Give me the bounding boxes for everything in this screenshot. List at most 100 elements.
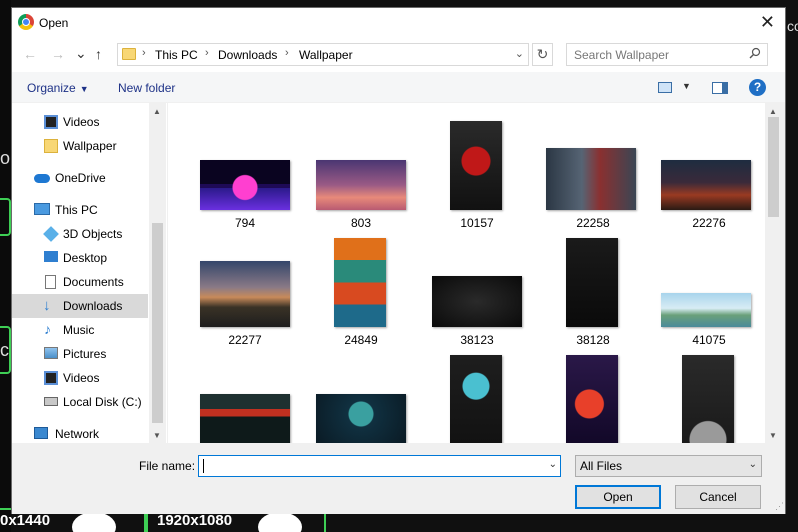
download-icon: ↓ bbox=[43, 297, 51, 314]
sidebar-item-videos[interactable]: Videos bbox=[12, 110, 148, 134]
scroll-up-icon[interactable]: ▲ bbox=[153, 107, 161, 116]
refresh-icon[interactable]: ↻ bbox=[532, 43, 553, 66]
chevron-down-icon: ⌄ bbox=[748, 459, 757, 470]
help-icon[interactable]: ? bbox=[749, 79, 766, 96]
sidebar-item-local-disk[interactable]: Local Disk (C:) bbox=[12, 390, 148, 414]
file-name: 22258 bbox=[576, 216, 610, 230]
file-thumbnail bbox=[661, 160, 751, 210]
sidebar-item-network[interactable]: Network bbox=[12, 422, 148, 443]
chevron-right-icon[interactable]: › bbox=[142, 47, 146, 59]
sidebar-item-label: Desktop bbox=[63, 251, 108, 265]
file-thumbnail bbox=[200, 160, 290, 210]
resize-grip-icon[interactable]: ⋰ bbox=[775, 501, 784, 512]
file-thumbnail bbox=[316, 394, 406, 443]
file-thumbnail bbox=[661, 293, 751, 327]
chevron-right-icon[interactable]: › bbox=[285, 47, 289, 59]
address-bar[interactable]: › This PC › Downloads › Wallpaper ⌄ bbox=[117, 43, 529, 66]
sidebar-item-desktop[interactable]: Desktop bbox=[12, 246, 148, 270]
file-thumbnail bbox=[334, 238, 386, 327]
dialog-footer: File name: ⌄ All Files ⌄ Open Cancel ⋰ bbox=[12, 444, 785, 514]
new-folder-button[interactable]: New folder bbox=[118, 81, 175, 95]
file-name: 10157 bbox=[460, 216, 494, 230]
sidebar-item-label: Network bbox=[55, 427, 100, 441]
file-list: 794 803 10157 22258 22276 22277 24849 38… bbox=[168, 103, 765, 443]
sidebar-item-videos-2[interactable]: Videos bbox=[12, 366, 148, 390]
folder-icon bbox=[122, 48, 136, 60]
scrollbar-thumb[interactable] bbox=[152, 223, 163, 423]
chevron-down-icon: ▼ bbox=[79, 84, 89, 94]
navigation-bar: ← → ⌄ ↑ › This PC › Downloads › Wallpape… bbox=[12, 38, 785, 72]
sidebar-item-label: Pictures bbox=[63, 347, 107, 361]
drive-icon bbox=[44, 397, 58, 406]
file-name: 38123 bbox=[460, 333, 494, 347]
file-type-value: All Files bbox=[580, 459, 623, 473]
sidebar-item-label: OneDrive bbox=[55, 171, 106, 185]
video-folder-icon bbox=[44, 371, 58, 385]
search-box[interactable]: Search Wallpaper bbox=[566, 43, 768, 66]
sidebar-item-label: Wallpaper bbox=[63, 139, 117, 153]
sidebar-item-documents[interactable]: Documents bbox=[12, 270, 148, 294]
sidebar-scrollbar[interactable]: ▲ ▼ bbox=[149, 103, 166, 443]
sidebar-item-music[interactable]: ♪ Music bbox=[12, 318, 148, 342]
sidebar-item-downloads[interactable]: ↓ Downloads bbox=[12, 294, 148, 318]
background-edge-text: o bbox=[0, 148, 11, 168]
sidebar-item-pictures[interactable]: Pictures bbox=[12, 342, 148, 366]
scroll-down-icon[interactable]: ▼ bbox=[769, 431, 777, 440]
file-list-scrollbar[interactable]: ▲ ▼ bbox=[765, 103, 782, 443]
folder-icon bbox=[44, 139, 58, 153]
file-name-input[interactable]: ⌄ bbox=[198, 455, 561, 477]
title-bar: Open ✕ bbox=[12, 8, 785, 38]
chrome-icon bbox=[18, 14, 34, 30]
file-name: 803 bbox=[350, 216, 372, 230]
back-arrow-icon[interactable]: ← bbox=[23, 46, 37, 62]
file-thumbnail bbox=[546, 148, 636, 210]
sidebar-item-label: Videos bbox=[63, 371, 100, 385]
video-folder-icon bbox=[44, 115, 58, 129]
chevron-down-icon[interactable]: ▼ bbox=[682, 81, 691, 91]
window-title: Open bbox=[39, 16, 69, 30]
file-thumbnail bbox=[450, 121, 502, 210]
forward-arrow-icon[interactable]: → bbox=[51, 46, 65, 62]
search-icon[interactable] bbox=[749, 47, 761, 59]
breadcrumb-wallpaper[interactable]: Wallpaper bbox=[299, 48, 353, 62]
organize-button[interactable]: Organize ▼ bbox=[27, 81, 89, 95]
file-type-select[interactable]: All Files ⌄ bbox=[575, 455, 762, 477]
search-placeholder: Search Wallpaper bbox=[574, 48, 669, 62]
scroll-up-icon[interactable]: ▲ bbox=[769, 107, 777, 116]
file-name: 41075 bbox=[692, 333, 726, 347]
sidebar-item-label: Music bbox=[63, 323, 95, 337]
background-app-edge bbox=[0, 0, 11, 532]
up-arrow-icon[interactable]: ↑ bbox=[95, 46, 102, 62]
music-icon: ♪ bbox=[44, 321, 51, 337]
open-button[interactable]: Open bbox=[575, 485, 661, 509]
command-bar: Organize ▼ New folder ▼ ? bbox=[12, 72, 785, 102]
close-icon[interactable]: ✕ bbox=[760, 11, 775, 33]
scrollbar-thumb[interactable] bbox=[768, 117, 779, 217]
preview-pane-icon[interactable] bbox=[712, 82, 728, 94]
file-thumbnail bbox=[566, 355, 618, 443]
sidebar-item-3d-objects[interactable]: 3D Objects bbox=[12, 222, 148, 246]
breadcrumb-this-pc[interactable]: This PC bbox=[155, 48, 198, 62]
file-name: 38128 bbox=[576, 333, 610, 347]
sidebar-item-this-pc[interactable]: This PC bbox=[12, 198, 148, 222]
cloud-icon bbox=[34, 174, 50, 183]
change-view-icon[interactable] bbox=[658, 82, 672, 93]
organize-label: Organize bbox=[27, 81, 76, 95]
sidebar-item-label: Local Disk (C:) bbox=[63, 395, 142, 409]
sidebar-item-wallpaper[interactable]: Wallpaper bbox=[12, 134, 148, 158]
file-thumbnail bbox=[200, 394, 290, 443]
sidebar-item-onedrive[interactable]: OneDrive bbox=[12, 166, 148, 190]
background-edge-text: cor bbox=[787, 18, 798, 34]
file-name: 794 bbox=[234, 216, 256, 230]
sidebar-item-label: Documents bbox=[63, 275, 124, 289]
chevron-down-icon[interactable]: ⌄ bbox=[515, 47, 524, 60]
background-resolution-label: 0x1440 bbox=[0, 512, 51, 529]
recent-locations-chevron-icon[interactable]: ⌄ bbox=[75, 45, 87, 62]
scroll-down-icon[interactable]: ▼ bbox=[153, 431, 161, 440]
file-thumbnail bbox=[200, 261, 290, 327]
cancel-button[interactable]: Cancel bbox=[675, 485, 761, 509]
chevron-right-icon[interactable]: › bbox=[205, 47, 209, 59]
chevron-down-icon[interactable]: ⌄ bbox=[549, 459, 557, 470]
breadcrumb-downloads[interactable]: Downloads bbox=[218, 48, 277, 62]
picture-icon bbox=[44, 347, 58, 359]
